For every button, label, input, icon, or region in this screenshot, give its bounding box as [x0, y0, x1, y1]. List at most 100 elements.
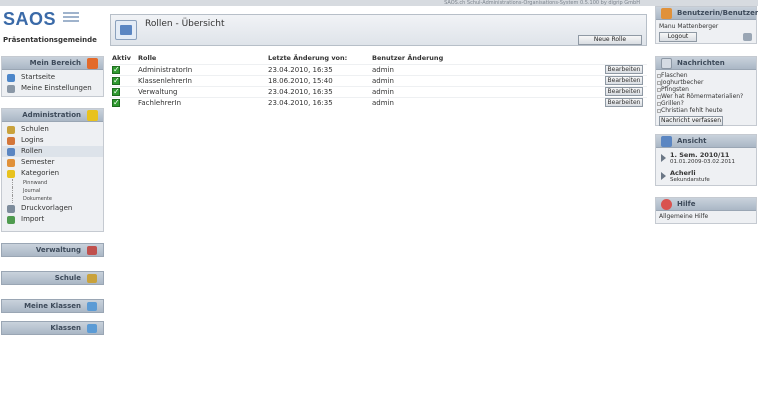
- message-item[interactable]: Pfingsten: [656, 86, 756, 93]
- schule-bar[interactable]: Schule: [1, 271, 104, 285]
- calendar-icon: [7, 159, 15, 167]
- system-info: SAOS.ch Schul-Administrations-Organisati…: [444, 0, 640, 6]
- mein-bereich-header[interactable]: Mein Bereich: [2, 57, 103, 70]
- nav-sub-pinnwand[interactable]: Pinnwand: [2, 179, 103, 187]
- view-semester[interactable]: 1. Sem. 2010/11 01.01.2009-03.02.2011: [656, 151, 756, 169]
- edit-button[interactable]: Bearbeiten: [605, 98, 643, 107]
- cell-benutzer: admin: [370, 85, 603, 97]
- active-check-icon: [112, 98, 120, 107]
- nav-label: Startseite: [21, 73, 56, 81]
- nav-druckvorlagen[interactable]: Druckvorlagen: [2, 203, 103, 214]
- cell-rolle: FachlehrerIn: [136, 96, 266, 108]
- message-item[interactable]: Christian fehlt heute: [656, 107, 756, 114]
- printer-icon: [7, 205, 15, 213]
- nav-meine-einstellungen[interactable]: Meine Einstellungen: [2, 83, 103, 94]
- logo-area: SAOS Präsentationsgemeinde: [0, 3, 104, 45]
- mail-icon: [661, 58, 672, 69]
- nav-label: Logins: [21, 136, 44, 144]
- app-logo[interactable]: SAOS: [3, 9, 56, 30]
- warning-icon: [87, 110, 98, 121]
- view-school[interactable]: Acherli Sekundarstufe: [656, 169, 756, 187]
- col-actions: [603, 52, 647, 64]
- nav-sub-journal[interactable]: Journal: [2, 187, 103, 195]
- nav-startseite[interactable]: Startseite: [2, 72, 103, 83]
- nav-sub-label: Journal: [23, 188, 41, 194]
- table-row: AdministratorIn 23.04.2010, 16:35 admin …: [110, 63, 647, 75]
- home-icon: [7, 74, 15, 82]
- panel-title: Mein Bereich: [29, 59, 81, 67]
- new-role-button[interactable]: Neue Rolle: [578, 35, 642, 45]
- user-panel: Benutzerin/Benutzer Manu Mattenberger Lo…: [655, 6, 758, 44]
- nav-sub-dokumente[interactable]: Dokumente: [2, 195, 103, 203]
- bar-title: Verwaltung: [35, 246, 81, 254]
- col-benutzer-aenderung[interactable]: Benutzer Änderung: [370, 52, 603, 64]
- nav-kategorien[interactable]: Kategorien: [2, 168, 103, 179]
- help-link[interactable]: Allgemeine Hilfe: [656, 212, 756, 221]
- message-item[interactable]: Wer hat Römermaterialien?: [656, 93, 756, 100]
- school-name: Präsentationsgemeinde: [3, 36, 97, 44]
- nav-label: Rollen: [21, 147, 43, 155]
- active-check-icon: [112, 76, 120, 85]
- messages-panel-header: Nachrichten: [656, 57, 756, 70]
- col-aktiv[interactable]: Aktiv: [110, 52, 136, 64]
- edit-button[interactable]: Bearbeiten: [605, 76, 643, 85]
- nav-label: Druckvorlagen: [21, 204, 73, 212]
- school-icon: [7, 126, 15, 134]
- logo-lines-icon: [63, 12, 79, 24]
- view-item-title: Acherli: [670, 169, 696, 177]
- help-panel: Hilfe Allgemeine Hilfe: [655, 197, 757, 224]
- edit-button[interactable]: Bearbeiten: [605, 65, 643, 74]
- view-panel-header: Ansicht: [656, 135, 756, 148]
- help-panel-header: Hilfe: [656, 198, 756, 211]
- table-header-row: Aktiv Rolle Letzte Änderung von: Benutze…: [110, 52, 647, 64]
- roles-icon: [7, 148, 15, 156]
- view-panel: Ansicht 1. Sem. 2010/11 01.01.2009-03.02…: [655, 134, 757, 186]
- roles-icon: [115, 20, 137, 40]
- message-item[interactable]: Joghurtbecher: [656, 79, 756, 86]
- user-name: Manu Mattenberger: [659, 23, 719, 30]
- nav-label: Kategorien: [21, 169, 60, 177]
- active-check-icon: [112, 65, 120, 74]
- cell-rolle: Verwaltung: [136, 85, 266, 97]
- message-item[interactable]: Flaschen: [656, 72, 756, 79]
- school-icon: [87, 274, 97, 283]
- klassen-bar[interactable]: Klassen: [1, 321, 104, 335]
- panel-title: Administration: [22, 111, 81, 119]
- meine-klassen-bar[interactable]: Meine Klassen: [1, 299, 104, 313]
- nav-schulen[interactable]: Schulen: [2, 124, 103, 135]
- logout-button[interactable]: Logout: [659, 32, 697, 42]
- cell-benutzer: admin: [370, 74, 603, 86]
- bar-title: Schule: [54, 274, 81, 282]
- nav-label: Semester: [21, 158, 55, 166]
- table-row: KlassenlehrerIn 18.06.2010, 15:40 admin …: [110, 74, 647, 86]
- verwaltung-icon: [87, 246, 97, 255]
- message-item[interactable]: Grillen?: [656, 100, 756, 107]
- page-title: Rollen - Übersicht: [145, 19, 225, 29]
- col-rolle[interactable]: Rolle: [136, 52, 266, 64]
- page-header: Rollen - Übersicht Neue Rolle: [110, 14, 647, 46]
- cell-datum: 23.04.2010, 16:35: [266, 85, 370, 97]
- roles-table: Aktiv Rolle Letzte Änderung von: Benutze…: [110, 52, 647, 108]
- settings-icon: [7, 85, 15, 93]
- verwaltung-bar[interactable]: Verwaltung: [1, 243, 104, 257]
- right-sidebar: Benutzerin/Benutzer Manu Mattenberger Lo…: [655, 0, 758, 400]
- nav-logins[interactable]: Logins: [2, 135, 103, 146]
- col-letzte-aenderung[interactable]: Letzte Änderung von:: [266, 52, 370, 64]
- bar-title: Klassen: [50, 324, 81, 332]
- nav-label: Import: [21, 215, 45, 223]
- messages-panel: Nachrichten Flaschen Joghurtbecher Pfing…: [655, 56, 757, 126]
- cell-rolle: KlassenlehrerIn: [136, 74, 266, 86]
- view-icon: [661, 136, 672, 147]
- nav-sub-label: Dokumente: [23, 196, 52, 202]
- nav-rollen[interactable]: Rollen: [2, 146, 103, 157]
- active-check-icon: [112, 87, 120, 96]
- administration-header[interactable]: Administration: [2, 109, 103, 122]
- settings-icon[interactable]: [743, 33, 752, 41]
- nav-import[interactable]: Import: [2, 214, 103, 225]
- cell-benutzer: admin: [370, 96, 603, 108]
- user-icon: [661, 8, 672, 19]
- class-icon: [87, 302, 97, 311]
- edit-button[interactable]: Bearbeiten: [605, 87, 643, 96]
- nav-semester[interactable]: Semester: [2, 157, 103, 168]
- compose-message-button[interactable]: Nachricht verfassen: [659, 116, 723, 126]
